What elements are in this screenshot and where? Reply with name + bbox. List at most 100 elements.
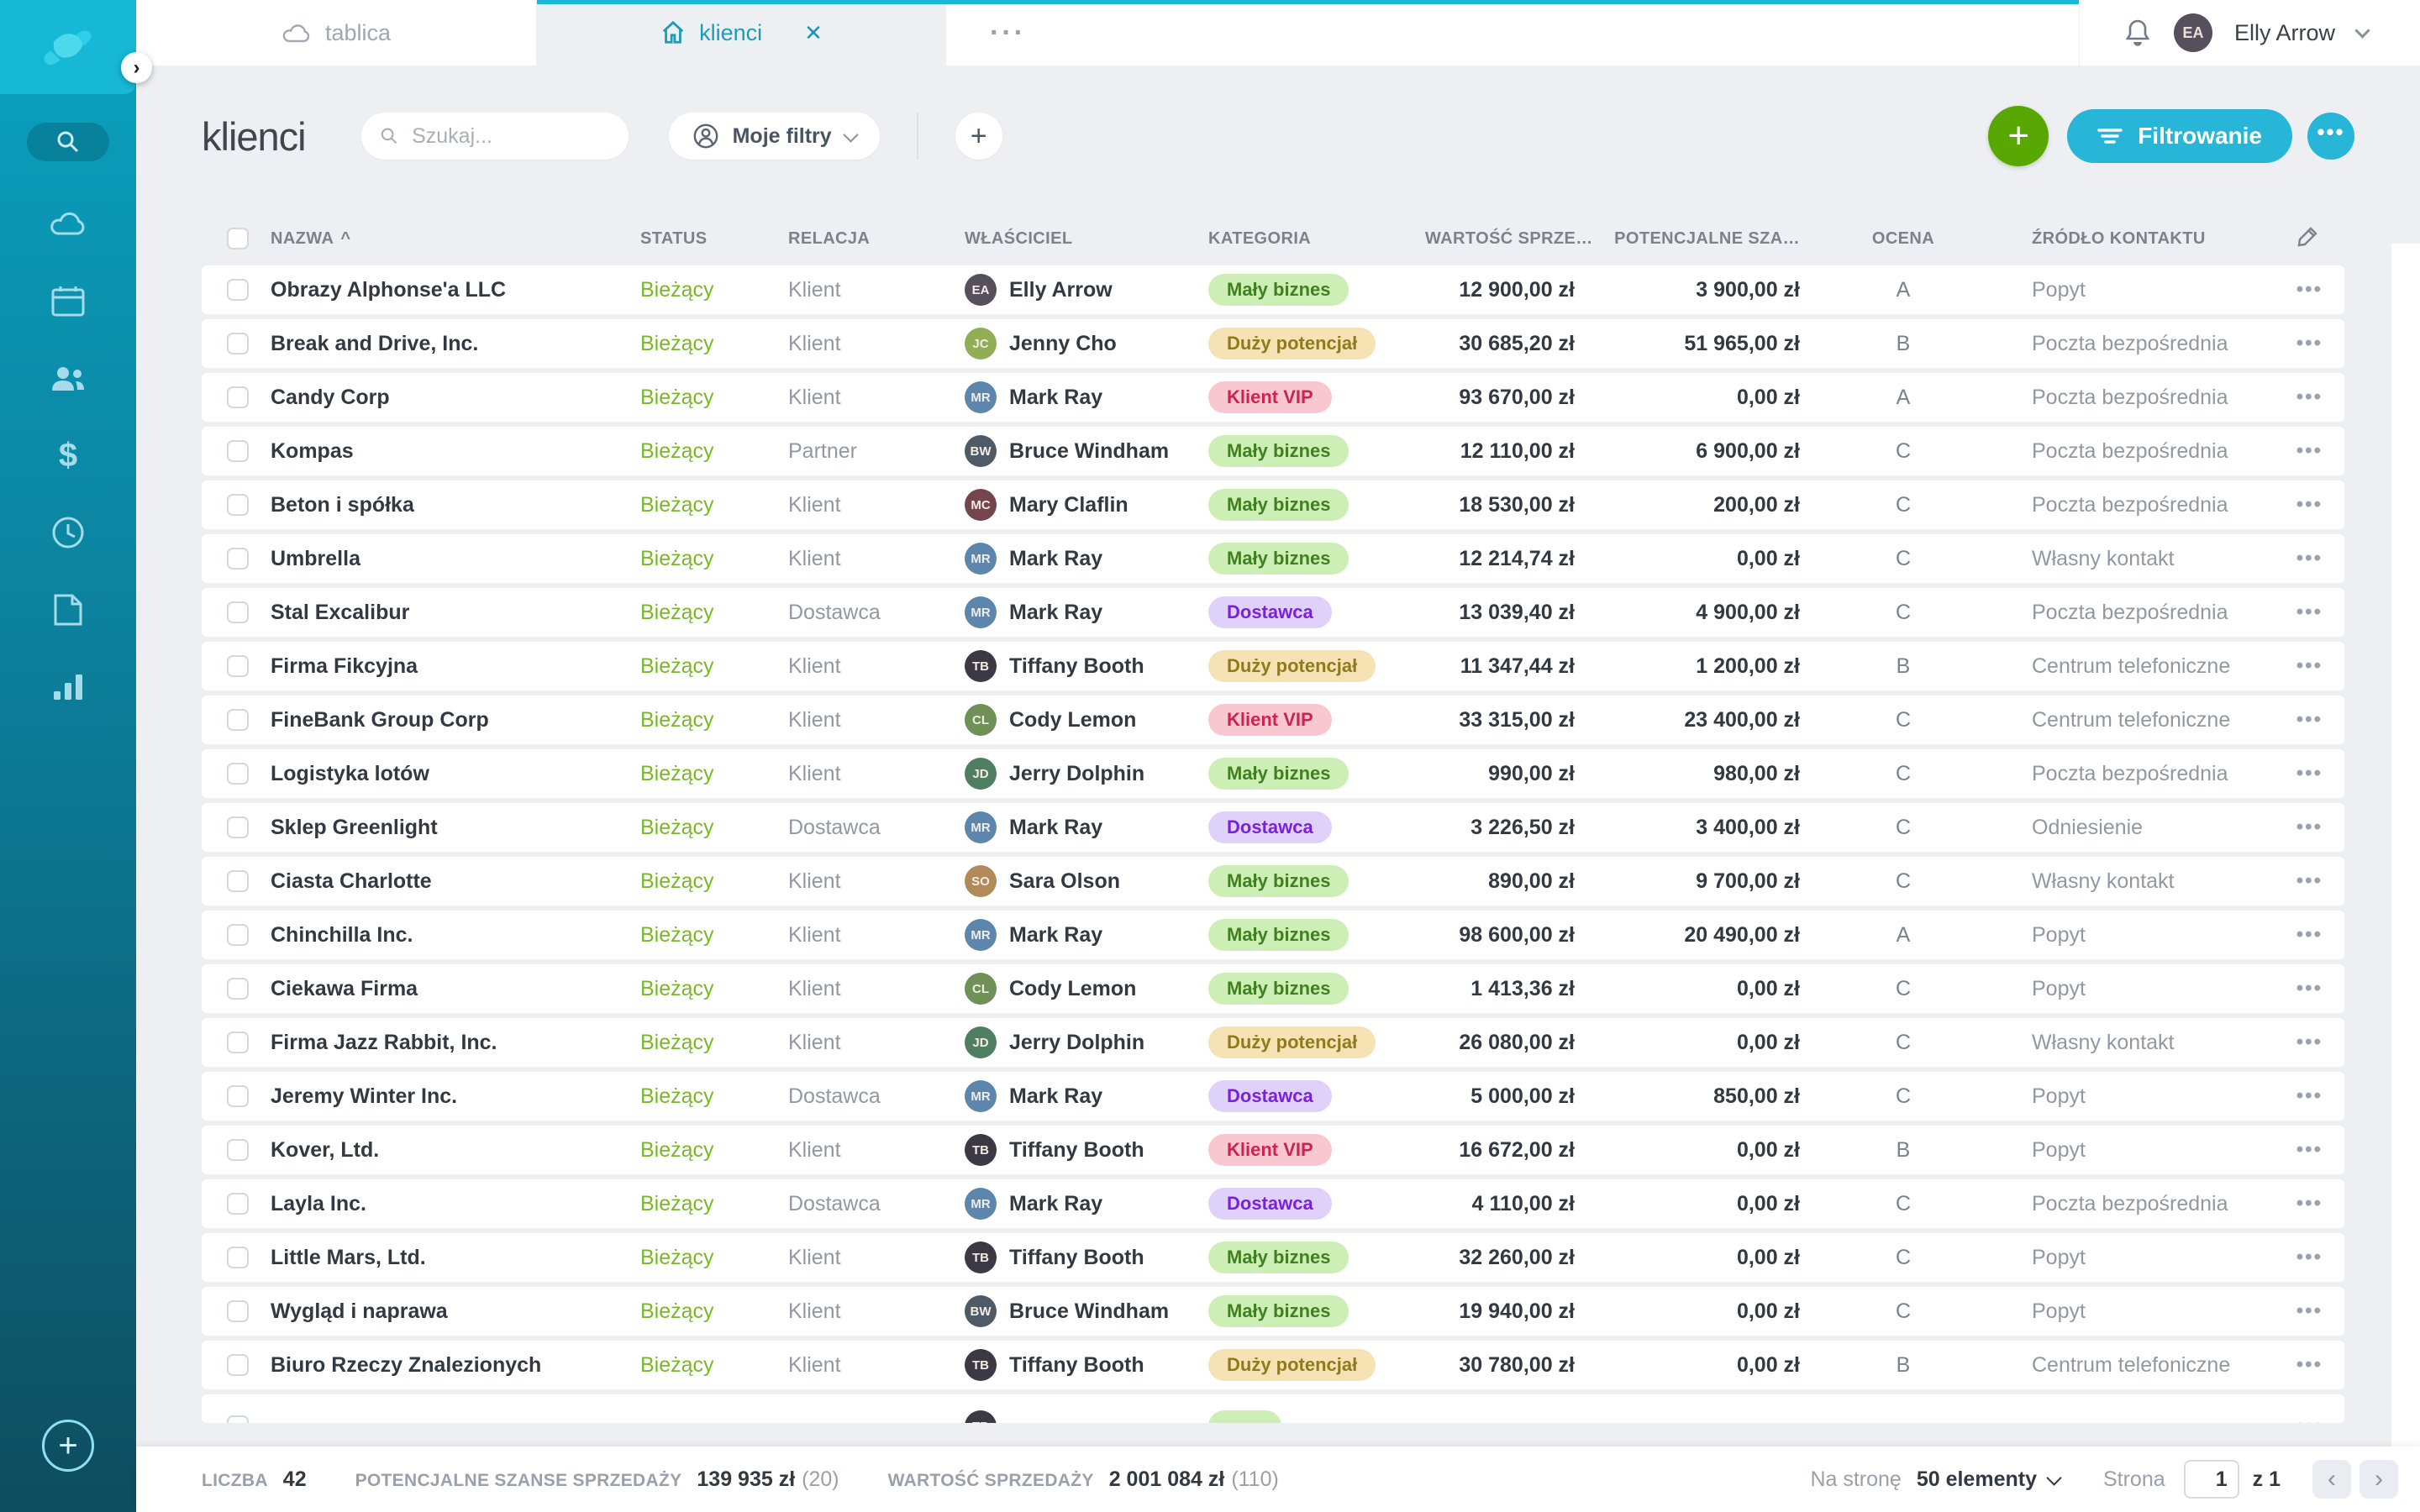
row-checkbox[interactable] (227, 1354, 249, 1376)
row-menu-button[interactable]: ••• (2244, 1415, 2344, 1423)
add-view-button[interactable]: + (955, 113, 1002, 160)
row-menu-button[interactable]: ••• (2244, 977, 2344, 1000)
row-checkbox[interactable] (227, 816, 249, 838)
table-row[interactable]: Jeremy Winter Inc. Bieżący Dostawca MR M… (202, 1072, 2344, 1121)
app-logo[interactable] (0, 0, 136, 94)
bell-icon[interactable] (2123, 18, 2152, 48)
table-row[interactable]: Stal Excalibur Bieżący Dostawca MR Mark … (202, 588, 2344, 637)
row-checkbox[interactable] (227, 924, 249, 946)
table-row[interactable]: Logistyka lotów Bieżący Klient JD Jerry … (202, 749, 2344, 798)
table-row[interactable]: Break and Drive, Inc. Bieżący Klient JC … (202, 319, 2344, 368)
search-box[interactable] (361, 113, 629, 160)
row-menu-button[interactable]: ••• (2244, 332, 2344, 355)
sidebar-expand-button[interactable]: › (121, 52, 152, 83)
row-checkbox[interactable] (227, 1247, 249, 1268)
sidebar-item-sales[interactable]: $ (0, 417, 136, 494)
table-row[interactable]: Biuro Rzeczy Znalezionych Bieżący Klient… (202, 1341, 2344, 1389)
row-checkbox[interactable] (227, 978, 249, 1000)
row-checkbox[interactable] (227, 1085, 249, 1107)
table-row[interactable]: Firma Fikcyjna Bieżący Klient TB Tiffany… (202, 642, 2344, 690)
column-header-status[interactable]: STATUS (640, 229, 788, 249)
row-checkbox[interactable] (227, 601, 249, 623)
row-menu-button[interactable]: ••• (2244, 816, 2344, 839)
table-row[interactable]: Chinchilla Inc. Bieżący Klient MR Mark R… (202, 911, 2344, 959)
row-checkbox[interactable] (227, 1032, 249, 1053)
filter-button[interactable]: Filtrowanie (2067, 109, 2292, 163)
row-checkbox[interactable] (227, 386, 249, 408)
column-header-relacja[interactable]: RELACJA (788, 229, 965, 249)
row-checkbox[interactable] (227, 763, 249, 785)
table-row[interactable]: Candy Corp Bieżący Klient MR Mark Ray Kl… (202, 373, 2344, 422)
table-row[interactable]: Beton i spółka Bieżący Klient MC Mary Cl… (202, 480, 2344, 529)
table-row[interactable]: Obrazy Alphonse'a LLC Bieżący Klient EA … (202, 265, 2344, 314)
sidebar-add-button[interactable]: + (42, 1420, 94, 1472)
row-menu-button[interactable]: ••• (2244, 1299, 2344, 1323)
prev-page-button[interactable]: ‹ (2312, 1460, 2351, 1499)
table-row[interactable]: Wygląd i naprawa Bieżący Klient BW Bruce… (202, 1287, 2344, 1336)
sidebar-item-reports[interactable] (0, 648, 136, 726)
table-row-partial[interactable]: TB ••• (202, 1394, 2344, 1423)
row-menu-button[interactable]: ••• (2244, 762, 2344, 785)
table-row[interactable]: Sklep Greenlight Bieżący Dostawca MR Mar… (202, 803, 2344, 852)
column-header-potencjalne[interactable]: POTENCJALNE SZA… (1575, 229, 1800, 249)
more-tabs-button[interactable]: ··· (990, 17, 1026, 50)
sidebar-item-documents[interactable] (0, 571, 136, 648)
tab-tablica[interactable]: tablica (136, 0, 537, 66)
page-input[interactable] (2184, 1460, 2239, 1499)
my-filters-button[interactable]: Moje filtry (669, 113, 880, 160)
sidebar-item-history[interactable] (0, 494, 136, 571)
next-page-button[interactable]: › (2360, 1460, 2398, 1499)
row-menu-button[interactable]: ••• (2244, 869, 2344, 893)
row-menu-button[interactable]: ••• (2244, 493, 2344, 517)
table-row[interactable]: Umbrella Bieżący Klient MR Mark Ray Mały… (202, 534, 2344, 583)
row-menu-button[interactable]: ••• (2244, 278, 2344, 302)
user-menu[interactable]: EA Elly Arrow (2079, 0, 2420, 66)
row-menu-button[interactable]: ••• (2244, 1138, 2344, 1162)
tab-klienci[interactable]: klienci ✕ (537, 0, 946, 66)
row-menu-button[interactable]: ••• (2244, 1192, 2344, 1215)
row-checkbox[interactable] (227, 870, 249, 892)
row-menu-button[interactable]: ••• (2244, 1246, 2344, 1269)
row-menu-button[interactable]: ••• (2244, 386, 2344, 409)
search-input[interactable] (410, 123, 610, 150)
row-menu-button[interactable]: ••• (2244, 1031, 2344, 1054)
row-menu-button[interactable]: ••• (2244, 601, 2344, 624)
row-checkbox[interactable] (227, 333, 249, 354)
sidebar-item-calendar[interactable] (0, 262, 136, 339)
close-icon[interactable]: ✕ (804, 20, 823, 46)
sidebar-item-contacts[interactable] (0, 339, 136, 417)
row-checkbox[interactable] (227, 709, 249, 731)
column-header-wartosc[interactable]: WARTOŚĆ SPRZE… (1425, 229, 1575, 249)
row-checkbox[interactable] (227, 1415, 249, 1423)
row-checkbox[interactable] (227, 279, 249, 301)
table-row[interactable]: Layla Inc. Bieżący Dostawca MR Mark Ray … (202, 1179, 2344, 1228)
column-header-kategoria[interactable]: KATEGORIA (1208, 229, 1425, 249)
column-header-zrodlo[interactable]: ŹRÓDŁO KONTAKTU (2007, 229, 2244, 249)
table-row[interactable]: Little Mars, Ltd. Bieżący Klient TB Tiff… (202, 1233, 2344, 1282)
row-checkbox[interactable] (227, 1139, 249, 1161)
edit-columns-button[interactable] (2244, 225, 2344, 252)
sidebar-search-button[interactable] (27, 123, 109, 161)
row-menu-button[interactable]: ••• (2244, 547, 2344, 570)
table-row[interactable]: Ciasta Charlotte Bieżący Klient SO Sara … (202, 857, 2344, 906)
column-header-wlasciciel[interactable]: WŁAŚCICIEL (965, 229, 1208, 249)
add-record-button[interactable]: + (1988, 106, 2049, 166)
table-row[interactable]: Kompas Bieżący Partner BW Bruce Windham … (202, 427, 2344, 475)
row-menu-button[interactable]: ••• (2244, 708, 2344, 732)
row-menu-button[interactable]: ••• (2244, 654, 2344, 678)
select-all-checkbox[interactable] (227, 228, 249, 249)
row-checkbox[interactable] (227, 548, 249, 570)
row-checkbox[interactable] (227, 655, 249, 677)
table-row[interactable]: Ciekawa Firma Bieżący Klient CL Cody Lem… (202, 964, 2344, 1013)
table-row[interactable]: FineBank Group Corp Bieżący Klient CL Co… (202, 696, 2344, 744)
row-checkbox[interactable] (227, 1193, 249, 1215)
row-menu-button[interactable]: ••• (2244, 1084, 2344, 1108)
table-row[interactable]: Firma Jazz Rabbit, Inc. Bieżący Klient J… (202, 1018, 2344, 1067)
row-checkbox[interactable] (227, 1300, 249, 1322)
table-row[interactable]: TB ••• (202, 1394, 2344, 1423)
more-actions-button[interactable]: ••• (2307, 113, 2354, 160)
column-header-nazwa[interactable]: NAZWA^ (271, 229, 640, 249)
per-page-select[interactable]: 50 elementy (1917, 1467, 2060, 1492)
row-menu-button[interactable]: ••• (2244, 439, 2344, 463)
avatar[interactable]: EA (2174, 13, 2212, 52)
